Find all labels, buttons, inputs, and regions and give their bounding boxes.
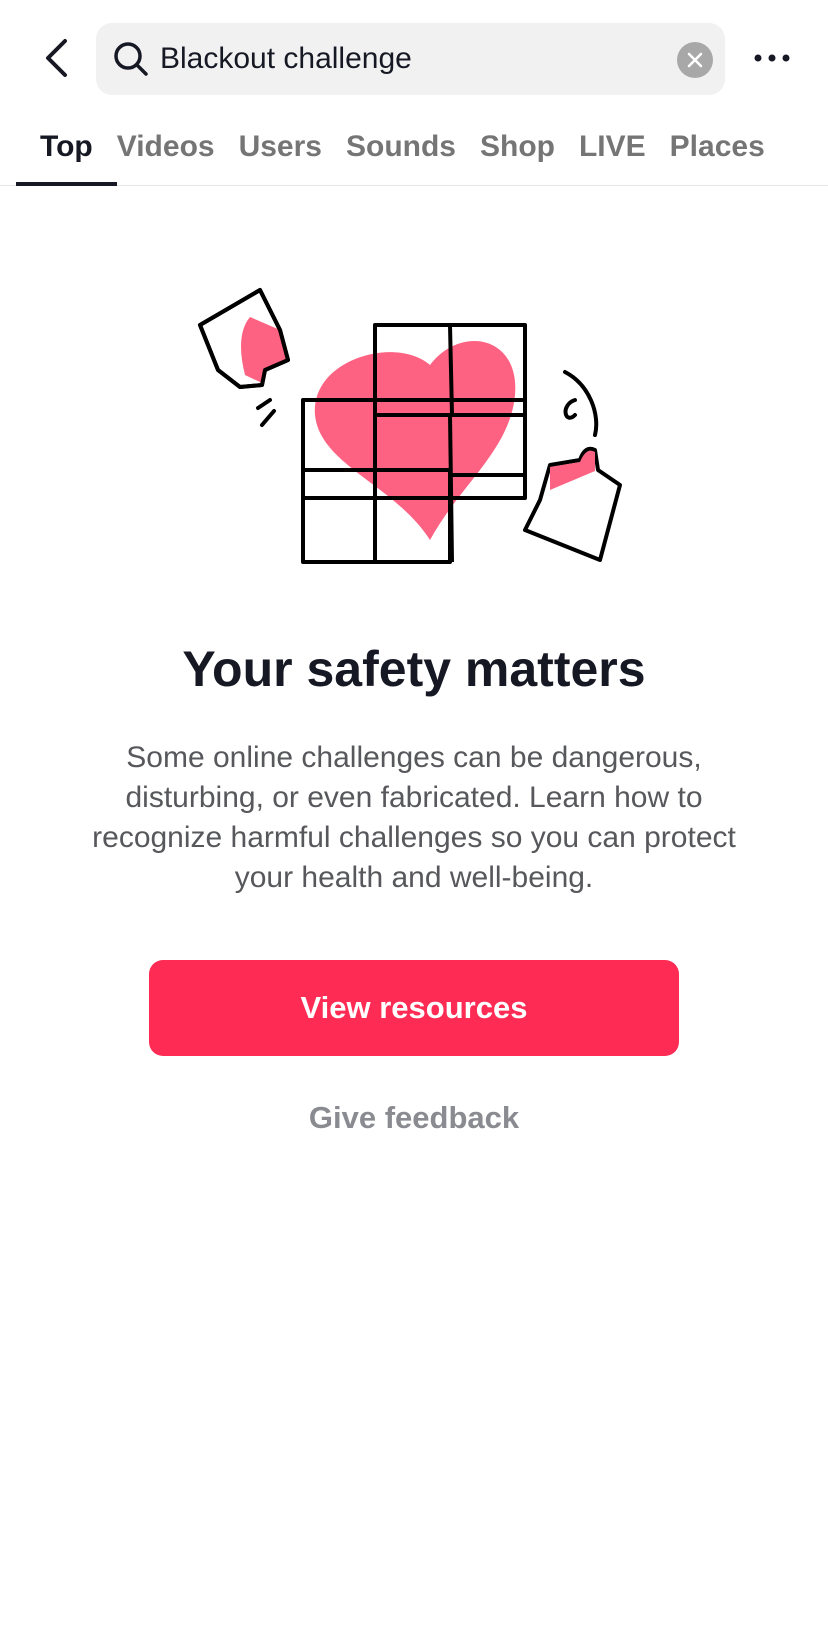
more-options-button[interactable]: [750, 40, 794, 76]
search-tabs: Top Videos Users Sounds Shop LIVE Places: [0, 120, 828, 186]
search-input[interactable]: Blackout challenge: [160, 23, 412, 95]
search-bar[interactable]: Blackout challenge: [96, 23, 725, 95]
tab-live[interactable]: LIVE: [579, 130, 646, 186]
tab-sounds[interactable]: Sounds: [346, 130, 456, 186]
tab-places[interactable]: Places: [670, 130, 765, 186]
clear-circle-icon: [687, 52, 703, 68]
active-tab-indicator: [16, 182, 117, 186]
tab-videos[interactable]: Videos: [117, 130, 215, 186]
search-icon: [114, 42, 148, 76]
tab-shop[interactable]: Shop: [480, 130, 555, 186]
heart-puzzle-illustration: [198, 288, 622, 564]
page-title: Your safety matters: [182, 641, 646, 697]
safety-description: Some online challenges can be dangerous,…: [92, 741, 736, 894]
tab-label: Top: [40, 130, 93, 163]
back-button[interactable]: [38, 36, 78, 80]
clear-search-button[interactable]: [677, 42, 713, 78]
give-feedback-link[interactable]: Give feedback: [0, 1100, 828, 1136]
more-horizontal-icon: [754, 54, 790, 62]
tab-top[interactable]: Top: [16, 130, 117, 186]
view-resources-button[interactable]: View resources: [149, 960, 679, 1056]
tab-users[interactable]: Users: [239, 130, 322, 186]
chevron-left-icon: [46, 39, 67, 77]
